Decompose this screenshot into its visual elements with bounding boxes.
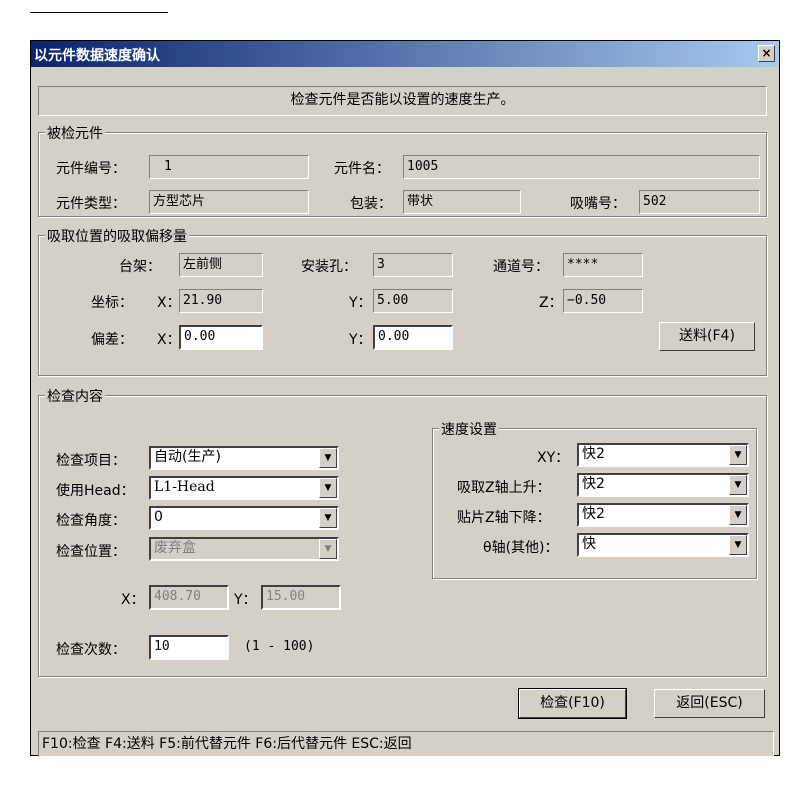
position-select: 废弃盒 ▼: [149, 537, 339, 561]
check-group-title: 检查内容: [45, 386, 105, 406]
title-bar: 以元件数据速度确认 ×: [31, 41, 779, 67]
angle-select[interactable]: 0 ▼: [149, 506, 339, 530]
angle-value: 0: [154, 509, 163, 525]
channel-label: 通道号：: [493, 259, 549, 275]
chevron-down-icon[interactable]: ▼: [729, 475, 747, 495]
chevron-down-icon[interactable]: ▼: [319, 508, 337, 528]
component-type-value: 方型芯片: [149, 190, 309, 214]
head-select[interactable]: L1-Head ▼: [149, 476, 339, 500]
component-name-value: 1005: [403, 155, 760, 179]
position-value: 废弃盒: [154, 540, 196, 556]
zup-speed-select[interactable]: 快2 ▼: [577, 473, 749, 497]
deviation-label: 偏差：: [91, 332, 133, 348]
speed-group-title: 速度设置: [439, 419, 499, 439]
check-item-label: 检查项目：: [56, 453, 126, 469]
top-underline: [30, 12, 168, 13]
window-title: 以元件数据速度确认: [34, 48, 160, 64]
zup-speed-label: 吸取Z轴上升：: [457, 480, 551, 496]
zdown-speed-value: 快2: [582, 506, 605, 522]
coord-z-value: −0.50: [563, 289, 643, 313]
count-label: 检查次数：: [56, 642, 126, 658]
stage-label: 台架：: [119, 259, 161, 275]
xy-speed-select[interactable]: 快2 ▼: [577, 443, 749, 467]
head-label: 使用Head：: [56, 483, 135, 499]
deviation-y-input[interactable]: 0.00: [373, 325, 453, 350]
pickup-offset-group: 吸取位置的吸取偏移量 台架： 左前侧 安装孔： 3 通道号： **** 坐标： …: [38, 226, 767, 376]
theta-speed-value: 快: [582, 536, 596, 552]
chevron-down-icon[interactable]: ▼: [729, 445, 747, 465]
coord-x-label: X：: [157, 295, 181, 311]
package-value: 带状: [403, 190, 521, 214]
coord-z-label: Z：: [539, 295, 563, 311]
pos-x-input: 408.70: [149, 585, 229, 610]
hole-value: 3: [373, 253, 453, 277]
stage-value: 左前侧: [179, 253, 263, 277]
position-label: 检查位置：: [56, 544, 126, 560]
pickup-group-title: 吸取位置的吸取偏移量: [45, 226, 189, 246]
component-type-label: 元件类型：: [56, 196, 126, 212]
component-group: 被检元件 元件编号： 1 元件名： 1005 元件类型： 方型芯片 包装： 带状…: [38, 123, 767, 217]
check-item-value: 自动(生产): [154, 449, 221, 465]
check-content-group: 检查内容 检查项目： 自动(生产) ▼ 使用Head： L1-Head ▼ 检查…: [38, 386, 767, 677]
component-no-label: 元件编号：: [56, 161, 126, 177]
pos-y-label: Y：: [234, 592, 257, 608]
chevron-down-icon[interactable]: ▼: [319, 478, 337, 498]
deviation-x-input[interactable]: 0.00: [179, 325, 263, 350]
component-group-title: 被检元件: [45, 123, 105, 143]
pos-x-label: X：: [121, 592, 145, 608]
angle-label: 检查角度：: [56, 513, 126, 529]
theta-speed-label: θ轴(其他)：: [483, 540, 559, 556]
check-item-select[interactable]: 自动(生产) ▼: [149, 446, 339, 470]
zdown-speed-select[interactable]: 快2 ▼: [577, 503, 749, 527]
theta-speed-select[interactable]: 快 ▼: [577, 533, 749, 557]
coord-y-label: Y：: [349, 295, 372, 311]
coord-y-value: 5.00: [373, 289, 453, 313]
chevron-down-icon[interactable]: ▼: [729, 535, 747, 555]
xy-speed-value: 快2: [582, 446, 605, 462]
check-button[interactable]: 检查(F10): [518, 688, 627, 719]
pos-y-input: 15.00: [261, 585, 341, 610]
count-input[interactable]: 10: [149, 635, 229, 660]
chevron-down-icon: ▼: [319, 539, 337, 559]
channel-value: ****: [563, 253, 643, 277]
deviation-x-label: X：: [157, 332, 181, 348]
zup-speed-value: 快2: [582, 476, 605, 492]
xy-speed-label: XY：: [537, 450, 570, 466]
close-button[interactable]: ×: [758, 45, 775, 62]
deviation-y-label: Y：: [349, 332, 372, 348]
chevron-down-icon[interactable]: ▼: [319, 448, 337, 468]
component-name-label: 元件名：: [334, 161, 390, 177]
chevron-down-icon[interactable]: ▼: [729, 505, 747, 525]
package-label: 包装：: [350, 196, 392, 212]
status-bar: F10:检查 F4:送料 F5:前代替元件 F6:后代替元件 ESC:返回: [38, 731, 774, 757]
zdown-speed-label: 贴片Z轴下降：: [457, 510, 551, 526]
coord-label: 坐标：: [91, 295, 133, 311]
feed-button[interactable]: 送料(F4): [659, 322, 755, 351]
count-range: (1 - 100): [244, 639, 315, 654]
nozzle-label: 吸嘴号：: [570, 196, 626, 212]
speed-confirm-dialog: 以元件数据速度确认 × 检查元件是否能以设置的速度生产。 被检元件 元件编号： …: [30, 40, 780, 757]
speed-group: 速度设置 XY： 快2 ▼ 吸取Z轴上升： 快2 ▼ 贴片Z轴下降： 快2 ▼ …: [432, 419, 757, 579]
coord-x-value: 21.90: [179, 289, 263, 313]
info-text: 检查元件是否能以设置的速度生产。: [38, 86, 767, 116]
back-button[interactable]: 返回(ESC): [654, 689, 765, 718]
hole-label: 安装孔：: [301, 259, 357, 275]
component-no-value: 1: [149, 155, 309, 179]
nozzle-value: 502: [639, 190, 760, 214]
head-value: L1-Head: [154, 479, 215, 495]
